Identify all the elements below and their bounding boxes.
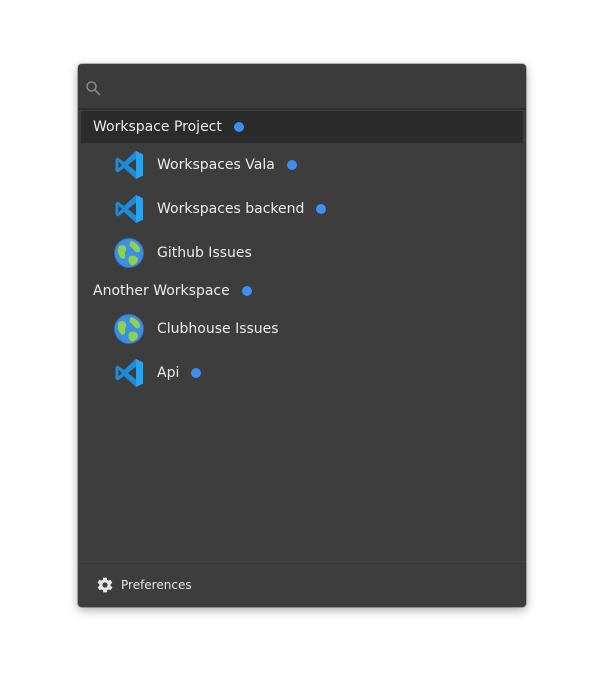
workspace-item-workspaces-backend[interactable]: Workspaces backend bbox=[78, 187, 526, 231]
workspace-list: Workspace Project Workspaces Vala Worksp… bbox=[78, 111, 526, 395]
status-dot bbox=[191, 368, 202, 378]
workspace-item-github-issues[interactable]: Github Issues bbox=[78, 231, 526, 275]
search-icon bbox=[86, 81, 101, 96]
item-label: Github Issues bbox=[157, 245, 252, 261]
workspace-name: Workspace Project bbox=[93, 119, 222, 135]
workspace-item-api[interactable]: Api bbox=[78, 351, 526, 395]
launcher-window: Workspace Project Workspaces Vala Worksp… bbox=[78, 64, 526, 607]
item-label: Api bbox=[157, 365, 180, 381]
search-bar bbox=[78, 64, 526, 110]
status-dot bbox=[316, 204, 327, 214]
gear-icon bbox=[97, 577, 113, 592]
workspace-name: Another Workspace bbox=[93, 283, 230, 299]
globe-icon bbox=[114, 314, 144, 344]
vscode-icon bbox=[115, 151, 143, 179]
vscode-icon bbox=[115, 359, 143, 387]
workspace-item-workspaces-vala[interactable]: Workspaces Vala bbox=[78, 143, 526, 187]
item-label: Workspaces backend bbox=[157, 201, 305, 217]
globe-icon bbox=[114, 238, 144, 268]
workspace-header-another-workspace[interactable]: Another Workspace bbox=[78, 275, 526, 307]
vscode-icon bbox=[115, 195, 143, 223]
status-dot bbox=[233, 122, 244, 132]
preferences-label: Preferences bbox=[121, 577, 192, 592]
workspace-header-workspace-project[interactable]: Workspace Project bbox=[81, 111, 523, 143]
workspace-item-clubhouse-issues[interactable]: Clubhouse Issues bbox=[78, 307, 526, 351]
status-dot bbox=[286, 160, 297, 170]
item-label: Workspaces Vala bbox=[157, 157, 275, 173]
status-dot bbox=[241, 286, 252, 296]
footer: Preferences bbox=[78, 561, 526, 607]
search-input[interactable] bbox=[108, 74, 508, 98]
item-label: Clubhouse Issues bbox=[157, 321, 279, 337]
preferences-button[interactable]: Preferences bbox=[96, 576, 192, 594]
